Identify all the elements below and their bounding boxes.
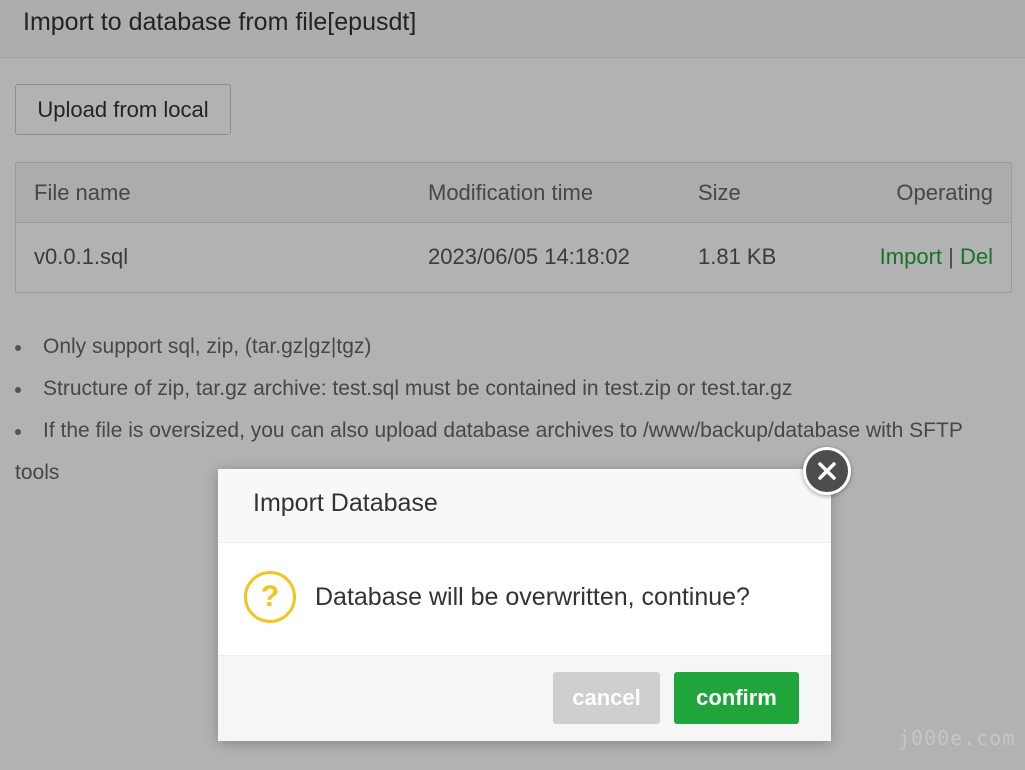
dialog-header: Import Database: [218, 469, 831, 543]
dialog-footer: cancel confirm: [218, 655, 831, 741]
dialog-message: Database will be overwritten, continue?: [315, 583, 750, 611]
stage: Import to database from file[epusdt] Upl…: [0, 0, 1025, 770]
confirm-button[interactable]: confirm: [674, 672, 799, 724]
close-icon[interactable]: [803, 447, 851, 495]
import-database-dialog: Import Database ? Database will be overw…: [218, 469, 831, 741]
question-icon: ?: [244, 571, 296, 623]
cancel-button[interactable]: cancel: [553, 672, 660, 724]
dialog-body: ? Database will be overwritten, continue…: [218, 543, 831, 655]
watermark: j000e.com: [898, 726, 1016, 750]
dialog-title: Import Database: [253, 489, 438, 517]
